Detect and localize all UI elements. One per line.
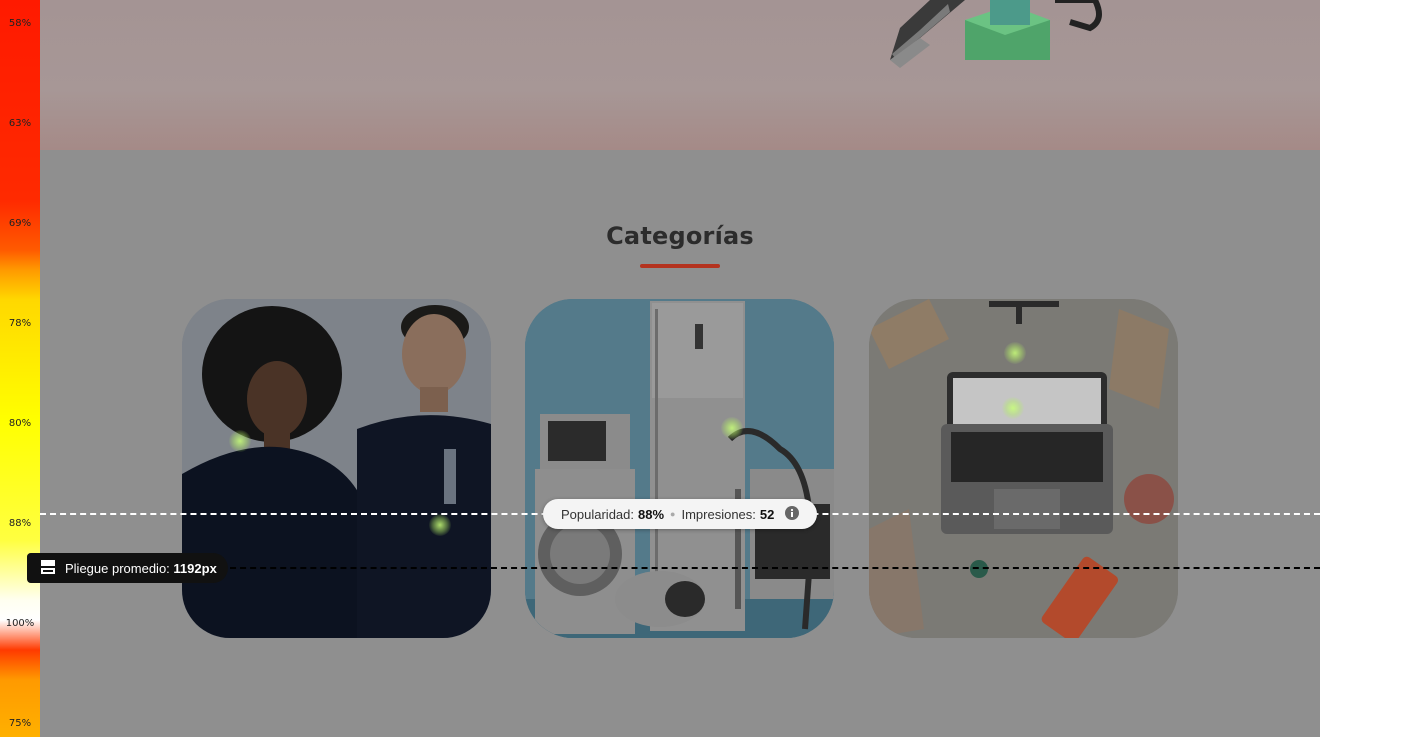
click-spot [229, 430, 251, 452]
impressions-label: Impresiones: [681, 506, 756, 522]
fold-icon [41, 559, 55, 577]
popularity-value: 88% [638, 506, 665, 522]
click-spot [1002, 397, 1024, 419]
heatmap-scale: 58% 63% 69% 78% 80% 88% 100% 75% [0, 0, 40, 737]
hero-banner [40, 0, 1320, 150]
scale-label: 78% [8, 318, 32, 329]
scale-label: 75% [8, 718, 32, 729]
escalator-illustration [890, 0, 1102, 68]
fold-label: Pliegue promedio: [65, 560, 170, 576]
click-spot [721, 417, 743, 439]
separator-dot: ● [670, 509, 676, 519]
section-title: Categorías [606, 222, 754, 250]
scale-label: 100% [5, 618, 35, 629]
scale-label: 69% [8, 218, 32, 229]
home-appliances-photo [525, 299, 834, 638]
impressions-value: 52 [759, 506, 775, 522]
average-fold-badge: Pliegue promedio: 1192px [27, 553, 228, 583]
category-card-apparel[interactable] [182, 299, 491, 638]
fold-value: 1192px [173, 560, 217, 576]
scale-label: 63% [8, 118, 32, 129]
info-icon[interactable] [785, 505, 799, 523]
average-fold-line [220, 567, 1320, 569]
page-preview: Categorías [40, 0, 1320, 737]
scroll-stats-pill: Popularidad: 88% ● Impresiones: 52 [543, 499, 817, 529]
click-spot [1004, 342, 1026, 364]
apparel-photo [182, 299, 491, 638]
scale-label: 80% [8, 418, 32, 429]
category-card-appliances[interactable] [525, 299, 834, 638]
popularity-label: Popularidad: [561, 506, 634, 522]
title-underline [640, 264, 720, 268]
click-spot [429, 514, 451, 536]
scale-label: 58% [8, 18, 32, 29]
scale-label: 88% [8, 518, 32, 529]
